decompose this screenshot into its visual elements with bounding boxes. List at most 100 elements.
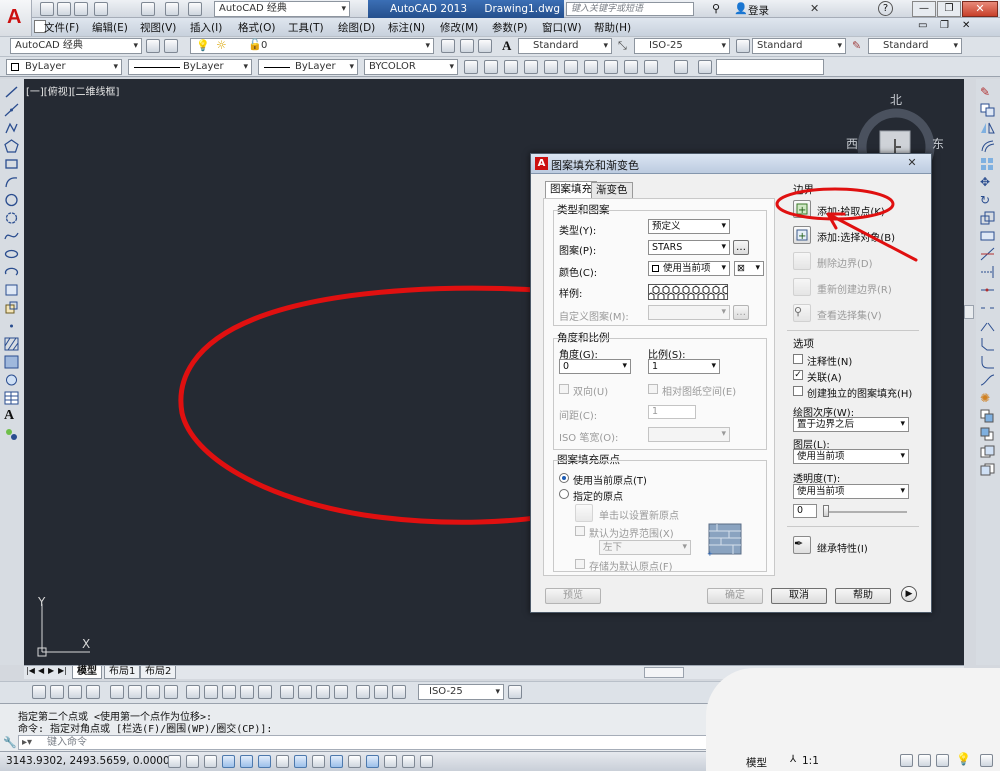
isolate-objects-icon[interactable]: 💡 xyxy=(956,752,971,766)
view-left-icon[interactable] xyxy=(504,60,518,74)
qp-toggle[interactable] xyxy=(384,755,397,768)
undo-icon[interactable] xyxy=(165,2,179,16)
save-icon[interactable] xyxy=(74,2,88,16)
iso-pen-dropdown[interactable] xyxy=(648,427,730,442)
new-file-icon[interactable] xyxy=(40,2,54,16)
view-combo[interactable] xyxy=(716,59,824,75)
plotstyle-combo[interactable]: BYCOLOR xyxy=(364,59,458,75)
menu-file[interactable]: 文件(F) xyxy=(44,20,79,35)
pattern-swatch[interactable] xyxy=(648,284,728,300)
dim-update-icon[interactable] xyxy=(392,685,406,699)
dim-baseline-icon[interactable] xyxy=(204,685,218,699)
annotation-scale-value[interactable]: 1:1 xyxy=(802,755,819,767)
tab-model[interactable]: 模型 xyxy=(72,666,102,679)
rectangle-icon[interactable] xyxy=(4,157,19,171)
draworder-back-icon[interactable] xyxy=(980,427,995,441)
menu-window[interactable]: 窗口(W) xyxy=(542,20,582,35)
hatch-color-dropdown[interactable]: 使用当前项 xyxy=(648,261,730,276)
lock-ui-icon[interactable] xyxy=(918,754,931,767)
save-as-icon[interactable] xyxy=(94,2,108,16)
maximize-button[interactable]: ❐ xyxy=(937,1,961,17)
vertical-scrollbar[interactable] xyxy=(964,305,974,319)
view-selections-button[interactable]: ⚲ xyxy=(793,304,811,322)
status-model-label[interactable]: 模型 xyxy=(746,755,767,770)
table-icon[interactable] xyxy=(4,391,19,405)
am-toggle[interactable] xyxy=(420,755,433,768)
ducs-toggle[interactable] xyxy=(312,755,325,768)
color-combo[interactable]: ByLayer xyxy=(6,59,122,75)
view-se-iso-icon[interactable] xyxy=(604,60,618,74)
array-icon[interactable] xyxy=(980,157,995,171)
extent-dropdown[interactable]: 左下 xyxy=(599,540,691,555)
dim-diameter-icon[interactable] xyxy=(146,685,160,699)
view-ne-iso-icon[interactable] xyxy=(624,60,638,74)
coordinate-readout[interactable]: 3143.9302, 2493.5659, 0.0000 xyxy=(6,755,170,767)
view-nw-iso-icon[interactable] xyxy=(644,60,658,74)
polyline-icon[interactable] xyxy=(4,121,19,135)
exchange-icon[interactable]: ✕ xyxy=(810,2,819,15)
ortho-toggle[interactable] xyxy=(222,755,235,768)
draworder-under-icon[interactable] xyxy=(980,463,995,477)
menu-edit[interactable]: 编辑(E) xyxy=(92,20,128,35)
dim-angular-icon[interactable] xyxy=(164,685,178,699)
workspace-settings-icon[interactable] xyxy=(146,39,160,53)
break-at-point-icon[interactable] xyxy=(980,283,995,297)
view-sw-iso-icon[interactable] xyxy=(584,60,598,74)
dim-linear-icon[interactable] xyxy=(32,685,46,699)
custom-browse-button[interactable]: … xyxy=(733,305,749,320)
text-style-combo[interactable]: Standard xyxy=(518,38,612,54)
view-bottom-icon[interactable] xyxy=(484,60,498,74)
cancel-button[interactable]: 取消 xyxy=(771,588,827,604)
spacing-input[interactable]: 1 xyxy=(648,405,696,419)
horizontal-scrollbar[interactable] xyxy=(644,667,684,678)
menu-help[interactable]: 帮助(H) xyxy=(594,20,631,35)
dimbar-style-combo[interactable]: ISO-25 xyxy=(418,684,504,700)
autocad-logo[interactable]: A xyxy=(0,0,32,36)
workspace-combo[interactable]: AutoCAD 经典 xyxy=(10,38,142,54)
print-icon[interactable] xyxy=(141,2,155,16)
mleader-style-icon[interactable]: ✎ xyxy=(852,39,861,52)
menu-draw[interactable]: 绘图(D) xyxy=(338,20,375,35)
3d-osnap-toggle[interactable] xyxy=(276,755,289,768)
erase-icon[interactable]: ✎ xyxy=(980,85,995,99)
default-extent-checkbox[interactable] xyxy=(575,526,585,536)
hatch-layer-dropdown[interactable]: 使用当前项 xyxy=(793,449,909,464)
command-input[interactable]: 键入命令 xyxy=(18,735,708,750)
dim-style-combo[interactable]: ISO-25 xyxy=(634,38,730,54)
specified-origin-radio[interactable] xyxy=(559,489,569,499)
menu-parametric[interactable]: 参数(P) xyxy=(492,20,528,35)
recreate-boundary-label[interactable]: 重新创建边界(R) xyxy=(817,281,892,296)
gradient-icon[interactable] xyxy=(4,355,19,369)
minimize-button[interactable]: — xyxy=(912,1,936,17)
menu-dimension[interactable]: 标注(N) xyxy=(388,20,425,35)
spline-icon[interactable] xyxy=(4,229,19,243)
dim-break-icon[interactable] xyxy=(258,685,272,699)
draworder-front-icon[interactable] xyxy=(980,409,995,423)
polar-toggle[interactable] xyxy=(240,755,253,768)
separate-hatches-checkbox[interactable] xyxy=(793,386,803,396)
make-current-icon[interactable] xyxy=(441,39,455,53)
dim-aligned-icon[interactable] xyxy=(50,685,64,699)
doc-min-icon[interactable]: ▭ xyxy=(918,20,927,31)
store-default-checkbox[interactable] xyxy=(575,559,585,569)
redo-icon[interactable] xyxy=(188,2,202,16)
compass-west-label[interactable]: 西 xyxy=(846,135,858,152)
help-icon[interactable]: ? xyxy=(878,1,893,16)
relative-paper-checkbox[interactable] xyxy=(648,384,658,394)
chamfer-icon[interactable] xyxy=(980,337,995,351)
inherit-properties-label[interactable]: 继承特性(I) xyxy=(817,540,868,555)
double-checkbox[interactable] xyxy=(559,384,569,394)
compass-east-label[interactable]: 东 xyxy=(932,135,944,152)
menu-view[interactable]: 视图(V) xyxy=(140,20,176,35)
pattern-dropdown[interactable]: STARS xyxy=(648,240,730,255)
menu-format[interactable]: 格式(O) xyxy=(238,20,275,35)
lwt-toggle[interactable] xyxy=(348,755,361,768)
transparency-value-input[interactable]: 0 xyxy=(793,504,817,518)
dim-continue-icon[interactable] xyxy=(222,685,236,699)
add-selected-icon[interactable] xyxy=(4,427,19,441)
tab-prev-icon[interactable]: ◀ xyxy=(38,666,44,675)
layer-previous-icon[interactable] xyxy=(460,39,474,53)
menu-modify[interactable]: 修改(M) xyxy=(440,20,478,35)
dialog-titlebar[interactable]: A 图案填充和渐变色 ✕ xyxy=(531,154,931,174)
hardware-accel-icon[interactable] xyxy=(936,754,949,767)
